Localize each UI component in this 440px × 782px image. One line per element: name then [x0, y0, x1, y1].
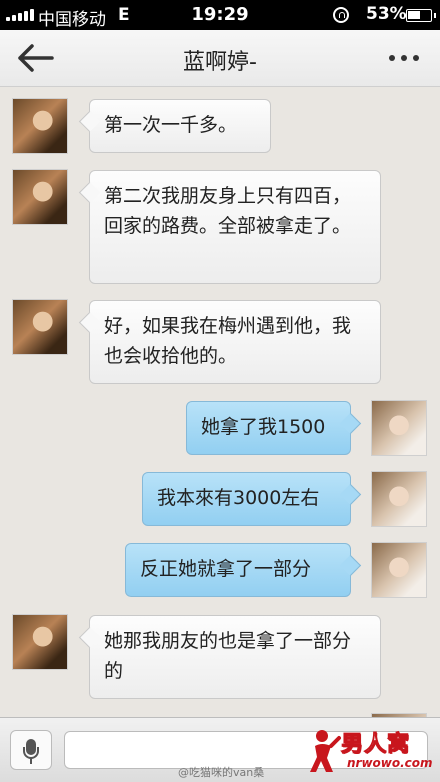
more-dots-icon — [389, 55, 395, 61]
logo-figure-icon — [310, 730, 341, 772]
logo-text-cn: 男人窝 — [340, 732, 411, 758]
battery-icon — [406, 9, 436, 22]
message-bubble[interactable]: 她拿了我1500 — [186, 401, 351, 455]
contact-avatar[interactable] — [12, 98, 68, 154]
message-bubble[interactable]: 反正她就拿了一部分 — [125, 543, 351, 597]
contact-avatar[interactable] — [12, 299, 68, 355]
user-avatar[interactable] — [371, 542, 427, 598]
contact-avatar[interactable] — [12, 169, 68, 225]
message-bubble[interactable]: 她那我朋友的也是拿了一部分的 — [89, 615, 381, 699]
weibo-watermark: @吃猫咪的van桑 — [178, 766, 265, 779]
site-logo: 男人窝 nrwowo.com — [307, 726, 437, 778]
contact-avatar[interactable] — [12, 614, 68, 670]
message-bubble[interactable]: 好，如果我在梅州遇到他，我也会收拾他的。 — [89, 300, 381, 384]
chat-header: 蓝啊婷- — [0, 30, 440, 87]
message-bubble[interactable]: 我本來有3000左右 — [142, 472, 351, 526]
more-options-button[interactable] — [384, 50, 424, 66]
message-bubble[interactable]: 第一次一千多。 — [89, 99, 271, 153]
battery-percentage: 53% — [366, 4, 407, 24]
rotation-lock-icon — [333, 7, 349, 23]
user-avatar[interactable] — [371, 471, 427, 527]
user-avatar[interactable] — [371, 400, 427, 456]
status-bar: 中国移动 E 19:29 53% — [0, 0, 440, 30]
voice-input-button[interactable] — [10, 730, 52, 770]
message-bubble[interactable]: 第二次我朋友身上只有四百，回家的路费。全部被拿走了。 — [89, 170, 381, 284]
message-list[interactable]: 第一次一千多。 第二次我朋友身上只有四百，回家的路费。全部被拿走了。 好，如果我… — [0, 87, 440, 717]
logo-text-en: nrwowo.com — [347, 756, 433, 770]
page-title: 蓝啊婷- — [183, 50, 257, 75]
